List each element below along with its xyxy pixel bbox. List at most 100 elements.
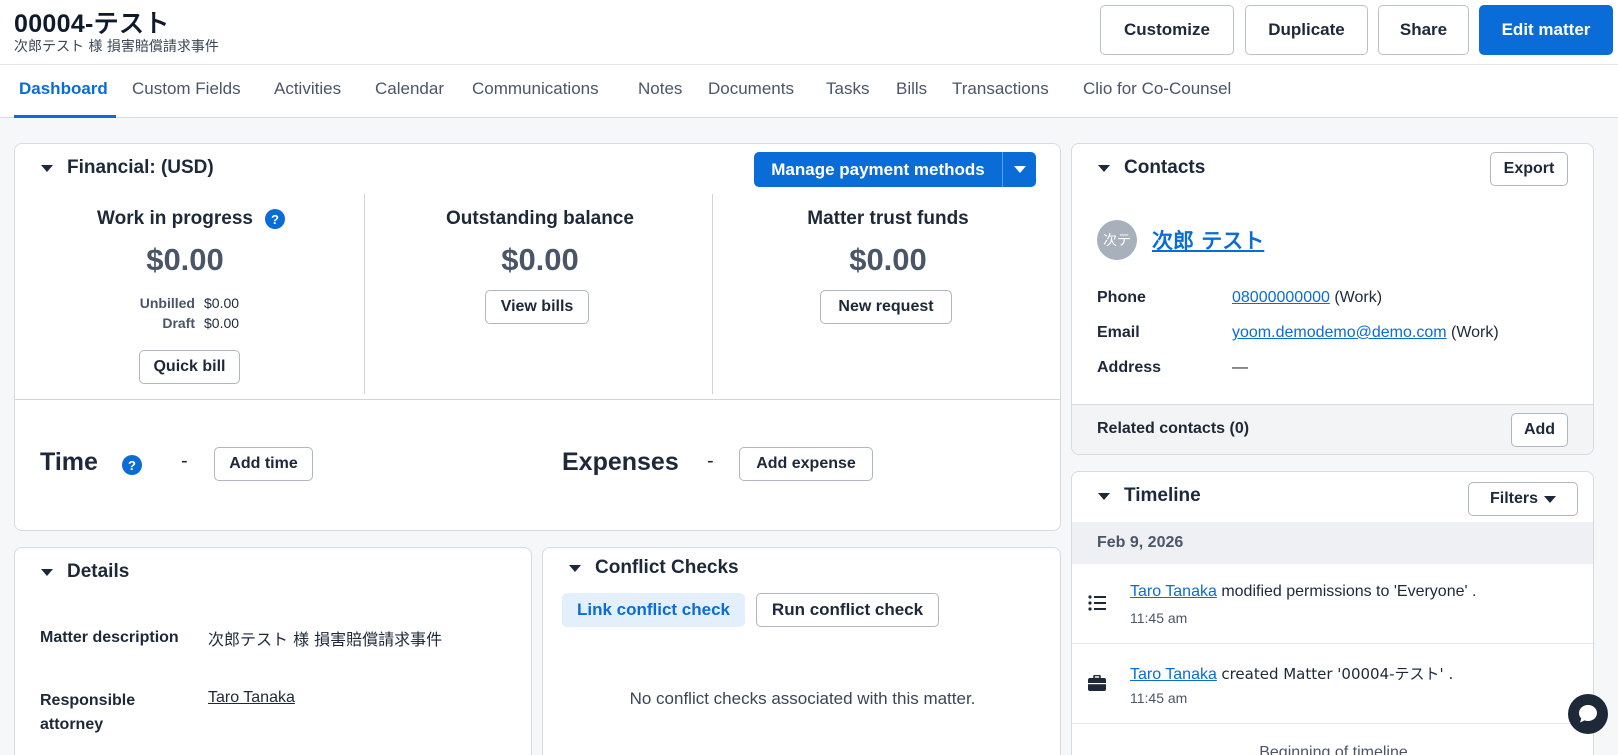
tab-documents[interactable]: Documents [708, 79, 794, 99]
timeline-header[interactable]: Timeline [1098, 485, 1201, 507]
collapse-caret-icon [569, 564, 581, 572]
active-tab-indicator [14, 115, 116, 118]
unbilled-value: $0.00 [204, 295, 240, 311]
help-icon[interactable]: ? [265, 209, 285, 229]
financial-header[interactable]: Financial: (USD) [41, 157, 214, 179]
related-contacts-bar: Related contacts (0) Add [1072, 404, 1593, 454]
related-contacts-label: Related contacts (0) [1097, 420, 1250, 437]
collapse-caret-icon [1098, 492, 1110, 500]
financial-card: Financial: (USD) Manage payment methods … [14, 143, 1061, 531]
timeline-end: Beginning of timeline [1259, 744, 1408, 755]
divider [15, 399, 1060, 400]
conflict-checks-card: Conflict Checks Link conflict check Run … [542, 547, 1061, 755]
matter-subtitle: 次郎テスト 様 損害賠償請求事件 [14, 39, 219, 55]
responsible-attorney-label: Responsible attorney [40, 692, 136, 733]
time-label: Time [40, 448, 98, 476]
draft-label: Draft [162, 315, 195, 331]
contacts-card: Contacts Export 次テ 次郎 テスト Phone 08000000… [1071, 143, 1594, 455]
unbilled-label: Unbilled [139, 295, 195, 311]
timeline-user-link[interactable]: Taro Tanaka [1130, 583, 1217, 600]
expenses-value: - [707, 450, 714, 472]
manage-payment-dropdown-button[interactable] [1002, 152, 1036, 187]
tab-activities[interactable]: Activities [274, 79, 341, 99]
conflict-empty-message: No conflict checks associated with this … [629, 689, 976, 708]
address-value: — [1232, 359, 1248, 376]
timeline-entry-text: Taro Tanaka modified permissions to 'Eve… [1130, 583, 1476, 601]
tab-clio-co-counsel[interactable]: Clio for Co-Counsel [1083, 79, 1231, 99]
financial-title: Financial: (USD) [67, 157, 214, 178]
phone-link[interactable]: 08000000000 [1232, 289, 1330, 306]
email-link[interactable]: yoom.demodemo@demo.com [1232, 324, 1447, 341]
filters-button[interactable]: Filters [1468, 482, 1578, 516]
link-conflict-check-button[interactable]: Link conflict check [562, 593, 745, 627]
timeline-time: 11:45 am [1130, 610, 1188, 626]
tab-bills[interactable]: Bills [896, 79, 927, 99]
tab-dashboard[interactable]: Dashboard [19, 79, 108, 99]
draft-value: $0.00 [204, 315, 240, 331]
tab-tasks[interactable]: Tasks [826, 79, 869, 99]
export-button[interactable]: Export [1490, 152, 1568, 186]
chevron-down-icon [1013, 166, 1026, 173]
matter-tabs: Dashboard Custom Fields Activities Calen… [0, 64, 1618, 118]
matter-description-label: Matter description [40, 629, 179, 646]
timeline-action: modified permissions to 'Everyone' . [1221, 583, 1477, 600]
tab-custom-fields[interactable]: Custom Fields [132, 79, 241, 99]
timeline-entry: Taro Tanaka created Matter '00004-テスト' .… [1072, 644, 1593, 724]
wip-amount: $0.00 [146, 242, 224, 277]
conflict-checks-header[interactable]: Conflict Checks [569, 557, 739, 579]
tab-notes[interactable]: Notes [638, 79, 682, 99]
chat-button[interactable] [1568, 694, 1608, 734]
timeline-entry-text: Taro Tanaka created Matter '00004-テスト' . [1130, 663, 1453, 684]
wip-label-text: Work in progress [97, 208, 253, 229]
new-request-button[interactable]: New request [820, 290, 952, 324]
divider [712, 194, 713, 394]
quick-bill-button[interactable]: Quick bill [139, 350, 240, 384]
contact-name-link[interactable]: 次郎 テスト [1152, 225, 1264, 255]
email-type: (Work) [1451, 324, 1499, 341]
trust-amount: $0.00 [849, 242, 927, 277]
timeline-entry: Taro Tanaka modified permissions to 'Eve… [1072, 564, 1593, 644]
timeline-user-link[interactable]: Taro Tanaka [1130, 666, 1217, 683]
divider [364, 194, 365, 394]
add-related-contact-button[interactable]: Add [1511, 413, 1568, 447]
details-title: Details [67, 561, 130, 582]
details-header[interactable]: Details [41, 561, 129, 583]
manage-payment-methods-button[interactable]: Manage payment methods [754, 152, 1002, 187]
edit-matter-button[interactable]: Edit matter [1479, 5, 1613, 55]
collapse-caret-icon [41, 164, 53, 172]
responsible-attorney-link[interactable]: Taro Tanaka [208, 689, 295, 707]
chevron-down-icon [1544, 495, 1556, 503]
timeline-date-bar: Feb 9, 2026 [1072, 522, 1593, 564]
collapse-caret-icon [41, 568, 53, 576]
outstanding-amount: $0.00 [501, 242, 579, 277]
collapse-caret-icon [1098, 164, 1110, 172]
phone-type: (Work) [1334, 289, 1383, 306]
address-label: Address [1097, 359, 1162, 376]
timeline-card: Timeline Filters Feb 9, 2026 Taro Tanaka… [1071, 471, 1594, 755]
tab-transactions[interactable]: Transactions [952, 79, 1049, 99]
email-label: Email [1097, 324, 1140, 341]
help-icon[interactable]: ? [122, 455, 142, 475]
add-time-button[interactable]: Add time [214, 447, 313, 481]
customize-button[interactable]: Customize [1100, 5, 1234, 55]
share-button[interactable]: Share [1378, 5, 1469, 55]
tab-communications[interactable]: Communications [472, 79, 599, 99]
view-bills-button[interactable]: View bills [485, 290, 589, 324]
chat-icon [1579, 705, 1597, 723]
conflict-checks-title: Conflict Checks [595, 557, 739, 578]
add-expense-button[interactable]: Add expense [739, 447, 873, 481]
tab-calendar[interactable]: Calendar [375, 79, 444, 99]
timeline-time: 11:45 am [1130, 690, 1188, 706]
manage-payment-methods-group: Manage payment methods [754, 152, 1036, 187]
contacts-header[interactable]: Contacts [1098, 157, 1205, 179]
run-conflict-check-button[interactable]: Run conflict check [756, 593, 939, 627]
timeline-date: Feb 9, 2026 [1097, 534, 1184, 551]
time-value: - [181, 450, 188, 472]
duplicate-button[interactable]: Duplicate [1245, 5, 1368, 55]
timeline-title: Timeline [1124, 485, 1201, 506]
avatar: 次テ [1097, 220, 1137, 260]
phone-label: Phone [1097, 289, 1146, 306]
matter-title: 00004-テスト [14, 10, 170, 38]
filters-label: Filters [1489, 490, 1538, 507]
matter-description-value: 次郎テスト 様 損害賠償請求事件 [208, 630, 443, 649]
